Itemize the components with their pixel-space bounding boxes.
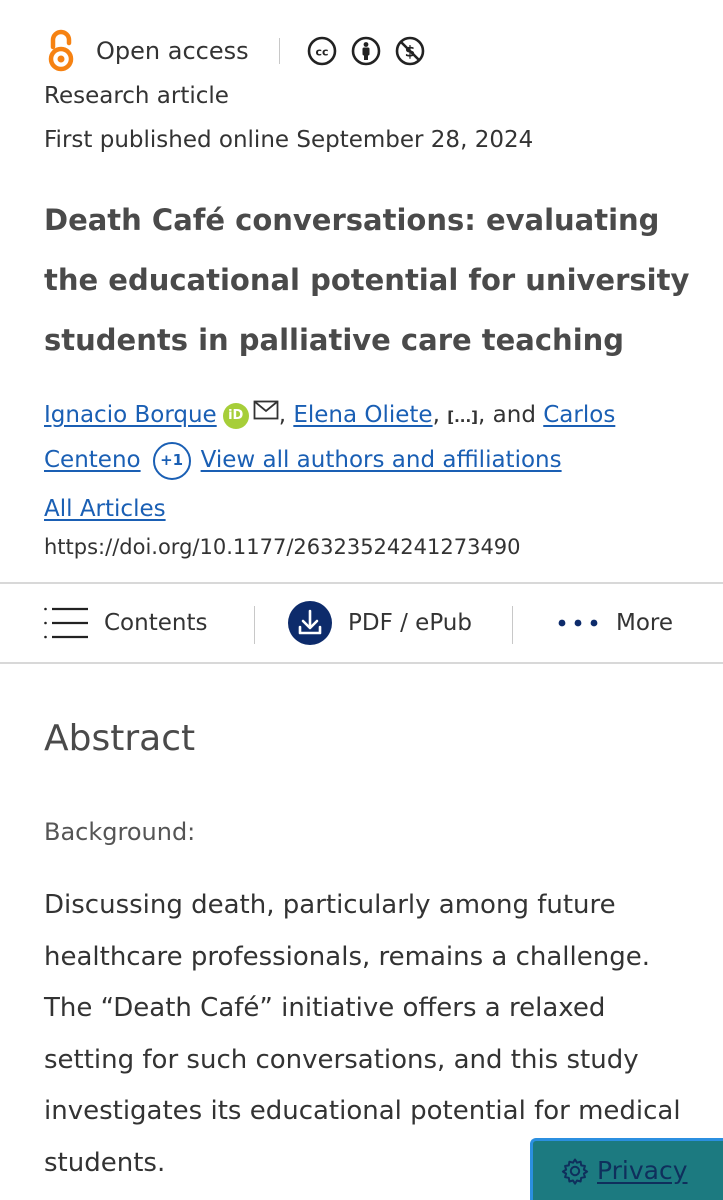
access-row: Open access cc $ — [44, 28, 438, 74]
cc-icon[interactable]: cc — [306, 35, 338, 67]
article-title: Death Café conversations: evaluating the… — [44, 203, 690, 357]
by-icon[interactable] — [350, 35, 382, 67]
more-label: More — [616, 610, 674, 636]
open-access-icon — [44, 28, 78, 74]
article-type: Research article — [44, 83, 229, 109]
authors-ellipsis[interactable]: [...] — [447, 408, 478, 426]
doi-link[interactable]: https://doi.org/10.1177/2632352424127349… — [44, 535, 521, 559]
svg-text:cc: cc — [315, 46, 328, 59]
article-toolbar: Contents PDF / ePub More — [0, 582, 723, 664]
all-articles-link[interactable]: All Articles — [44, 496, 166, 522]
mail-icon[interactable] — [253, 392, 279, 435]
more-authors-badge[interactable]: +1 — [152, 441, 191, 480]
download-icon — [288, 601, 332, 645]
pdf-epub-label: PDF / ePub — [348, 610, 472, 636]
privacy-button[interactable]: Privacy — [530, 1138, 723, 1200]
contents-label: Contents — [104, 610, 208, 636]
gear-icon — [561, 1157, 589, 1185]
pdf-epub-button[interactable]: PDF / ePub — [288, 584, 472, 662]
more-dots-icon — [558, 618, 598, 628]
contents-button[interactable]: Contents — [44, 584, 207, 662]
abstract-heading: Abstract — [44, 718, 196, 759]
abstract-section-label: Background: — [44, 818, 196, 846]
nc-icon[interactable]: $ — [394, 35, 426, 67]
divider — [278, 38, 280, 64]
author-link-oliete[interactable]: Elena Oliete — [293, 402, 432, 428]
author-separator: , — [278, 402, 287, 428]
and-label: , and — [478, 402, 536, 428]
author-separator: , — [432, 402, 440, 428]
author-list: Ignacio Borque iD, Elena Oliete, [...], a… — [44, 392, 694, 482]
author-link-borque[interactable]: Ignacio Borque — [44, 402, 217, 428]
privacy-label: Privacy — [597, 1156, 688, 1185]
orcid-icon[interactable]: iD — [222, 402, 249, 429]
publication-date: First published online September 28, 202… — [44, 127, 534, 153]
divider — [512, 606, 513, 644]
open-access-label: Open access — [96, 37, 249, 65]
list-icon — [44, 606, 88, 640]
divider — [254, 606, 255, 644]
view-all-authors-link[interactable]: View all authors and affiliations — [201, 447, 562, 473]
more-button[interactable]: More — [558, 584, 673, 662]
